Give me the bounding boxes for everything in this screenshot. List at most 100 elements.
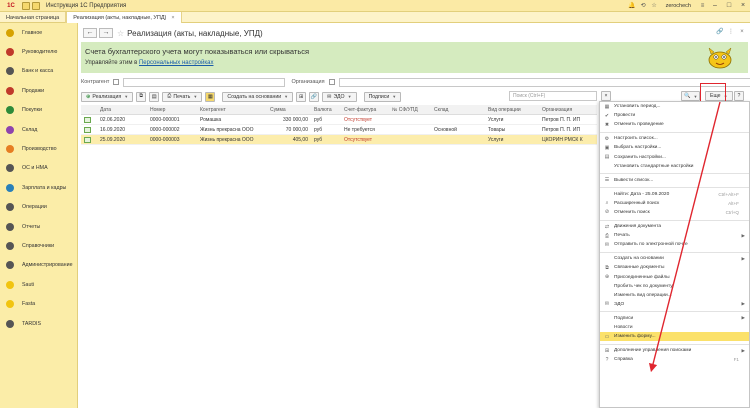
menu-item[interactable]: ⎙ Печать ▶ xyxy=(600,231,749,240)
column-header[interactable]: Сумма xyxy=(267,105,311,114)
menu-item[interactable]: ▦ Установить период... xyxy=(600,102,749,111)
menu-item[interactable]: ? Справка F1 xyxy=(600,355,749,364)
back-button[interactable]: ← xyxy=(83,28,97,38)
bell-icon[interactable]: 🔔 xyxy=(628,2,637,10)
help-button[interactable]: ? xyxy=(734,91,744,101)
tab-home[interactable]: Начальная страница xyxy=(0,12,67,23)
sidebar-item[interactable]: Зарплата и кадры xyxy=(0,178,77,197)
sidebar-item-label: Администрирование xyxy=(22,262,73,269)
post-button[interactable]: ▤ xyxy=(149,91,160,102)
history-icon[interactable]: ⟲ xyxy=(639,2,648,10)
sidebar-item[interactable]: Операции xyxy=(0,198,77,217)
sidebar-item[interactable]: Руководителю xyxy=(0,42,77,61)
column-header[interactable]: Валюта xyxy=(311,105,341,114)
sidebar-item[interactable]: Fasta xyxy=(0,294,77,313)
table-row[interactable]: 16.09.2020 0000-000002 Жизнь прекрасна ООО… xyxy=(81,125,597,135)
structure-button[interactable]: ⊞ xyxy=(296,91,307,102)
attach-button[interactable]: 🔗 xyxy=(309,91,320,102)
menu-item[interactable]: ▣ Выбрать настройки... xyxy=(600,143,749,152)
column-header[interactable]: № СФ/УПД xyxy=(389,105,431,114)
organization-checkbox[interactable] xyxy=(328,79,335,85)
column-header[interactable]: Счет-фактура xyxy=(341,105,389,114)
print-button[interactable]: ⎙ Печать ▼ xyxy=(162,91,203,102)
menu-item[interactable]: ⚙ Настроить список... xyxy=(600,134,749,143)
column-header[interactable]: Дата xyxy=(97,105,147,114)
sidebar-item[interactable]: Банк и касса xyxy=(0,62,77,81)
forward-button[interactable]: → xyxy=(99,28,113,38)
clear-search-button[interactable]: × xyxy=(601,91,611,101)
sidebar-item[interactable]: Справочники xyxy=(0,236,77,255)
sidebar-item[interactable]: ОС и НМА xyxy=(0,159,77,178)
table-row[interactable]: 02.06.2020 0000-000001 Ромашка 330 000,00 ру… xyxy=(81,115,597,125)
search-input[interactable]: Поиск (Ctrl+F) xyxy=(509,91,597,101)
personal-settings-link[interactable]: Персональных настройках xyxy=(139,60,213,66)
menu-item[interactable]: Установить стандартные настройки xyxy=(600,162,749,171)
column-header[interactable]: Вид операции xyxy=(485,105,539,114)
sidebar-item[interactable]: Администрирование xyxy=(0,256,77,275)
menu-item[interactable]: ▭ Изменить форму... xyxy=(600,332,749,342)
close-icon[interactable]: × xyxy=(171,15,174,21)
counterparty-checkbox[interactable] xyxy=(113,79,120,85)
menu-item[interactable]: ✉ ЭДО ▶ xyxy=(600,300,749,309)
menu-item[interactable]: Создать на основании ▶ xyxy=(600,254,749,263)
menu-item[interactable]: ⊕ Присоединенные файлы xyxy=(600,273,749,282)
menu-item[interactable]: ▤ Сохранить настройки... xyxy=(600,152,749,161)
sidebar-item[interactable]: Склад xyxy=(0,120,77,139)
menu-item[interactable]: ☰ Вывести список... xyxy=(600,176,749,185)
table-row[interactable]: 25.09.2020 0000-000003 Жизнь прекрасна ООО… xyxy=(81,135,597,145)
menu-item[interactable]: Найти: Дата - 25.09.2020 Ctrl+Alt+F xyxy=(600,190,749,199)
menu-item[interactable]: ✉ Отправить по электронной почте xyxy=(600,240,749,249)
back-icon[interactable] xyxy=(32,1,40,10)
column-header[interactable]: Склад xyxy=(431,105,485,114)
menu-separator xyxy=(600,249,749,253)
close-button[interactable]: × xyxy=(736,0,750,12)
user-name[interactable]: zerochech xyxy=(666,3,691,9)
more-icon[interactable]: ⋮ xyxy=(727,28,735,36)
search-options-button[interactable]: 🔍 ▼ xyxy=(681,91,701,101)
maximize-button[interactable]: □ xyxy=(722,0,736,12)
more-menu: ▦ Установить период... ✔ Провести ✖ Отменить … xyxy=(599,101,750,408)
menu-item[interactable]: ⊘ Отменить поиск Ctrl+Q xyxy=(600,208,749,217)
organization-field[interactable] xyxy=(338,77,750,87)
tab-sales[interactable]: Реализация (акты, накладные, УПД) × xyxy=(66,12,182,23)
settings-icon[interactable]: ≡ xyxy=(698,2,707,10)
menu-item[interactable]: ⇄ Движения документа xyxy=(600,222,749,231)
sidebar-item[interactable]: Продажи xyxy=(0,81,77,100)
column-header[interactable]: Организация xyxy=(539,105,597,114)
sidebar-item[interactable]: Производство xyxy=(0,139,77,158)
menu-item[interactable]: ✔ Провести xyxy=(600,111,749,120)
tab-label: Начальная страница xyxy=(6,14,60,21)
column-header[interactable]: Номер xyxy=(147,105,197,114)
minimize-button[interactable]: – xyxy=(708,0,722,12)
edo-button[interactable]: ✉ ЭДО ▼ xyxy=(322,91,357,102)
link-icon[interactable]: 🔗 xyxy=(716,28,724,36)
menu-icon[interactable] xyxy=(22,1,30,10)
star-icon[interactable]: ☆ xyxy=(650,2,659,10)
sidebar-item[interactable]: Покупки xyxy=(0,101,77,120)
copy-button[interactable]: ⧉ xyxy=(136,91,147,102)
sidebar-item[interactable]: Главное xyxy=(0,23,77,42)
menu-item[interactable]: ✖ Отменить проведение xyxy=(600,120,749,129)
sidebar-item[interactable]: Отчеты xyxy=(0,217,77,236)
menu-item[interactable]: Новости xyxy=(600,323,749,332)
counterparty-field[interactable] xyxy=(123,77,286,87)
create-based-button[interactable]: Создать на основании ▼ xyxy=(222,91,294,102)
menu-item[interactable]: Подписи ▶ xyxy=(600,314,749,323)
add-realization-button[interactable]: ⊕ Реализация ▼ xyxy=(81,91,134,102)
table-cell: 02.06.2020 xyxy=(100,116,126,123)
menu-separator xyxy=(600,185,749,189)
menu-item[interactable]: Изменить вид операции... xyxy=(600,291,749,300)
star-icon[interactable]: ☆ xyxy=(117,29,124,38)
menu-item-label: Установить стандартные настройки xyxy=(614,163,694,169)
column-header[interactable]: Контрагент xyxy=(197,105,267,114)
sidebar-item[interactable]: Sauti xyxy=(0,275,77,294)
close-icon[interactable]: × xyxy=(738,28,746,36)
menu-item[interactable]: ⌕ Расширенный поиск Alt+F xyxy=(600,199,749,208)
signatures-button[interactable]: Подписи ▼ xyxy=(363,91,402,102)
sidebar-item[interactable]: TARDIS xyxy=(0,314,77,333)
menu-item[interactable]: ⧉ Связанные документы xyxy=(600,263,749,272)
factory-icon xyxy=(6,145,14,154)
menu-item[interactable]: ⊞ Дополнение управления поисками ▶ xyxy=(600,346,749,355)
menu-item[interactable]: Пробить чек по документу xyxy=(600,282,749,291)
report-button[interactable]: ▦ xyxy=(205,91,216,102)
